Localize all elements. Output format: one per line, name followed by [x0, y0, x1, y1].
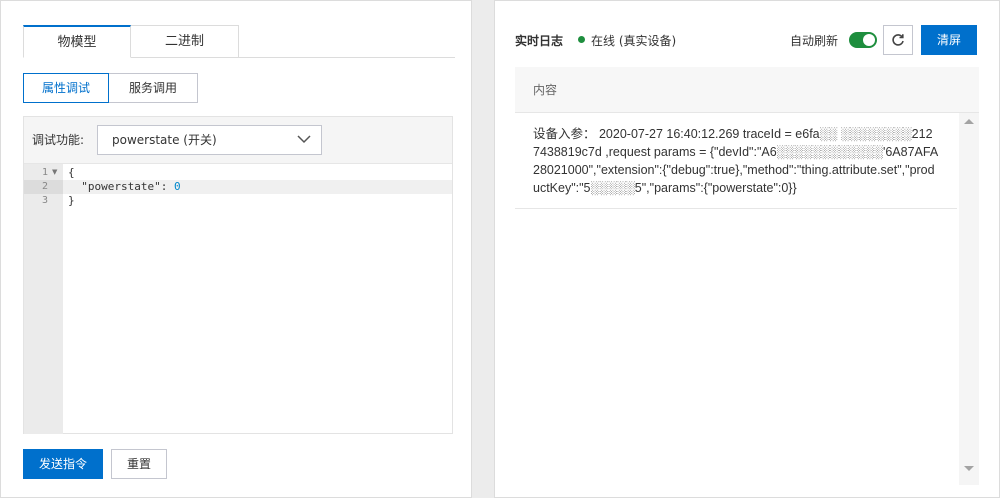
auto-refresh-label: 自动刷新	[790, 34, 839, 48]
line-number: 3	[42, 195, 49, 206]
tab-bar: 物模型 二进制	[23, 25, 455, 58]
log-table-header: 内容	[515, 67, 979, 113]
tab-binary[interactable]: 二进制	[131, 25, 239, 58]
reset-button[interactable]: 重置	[111, 449, 167, 479]
debug-box: 调试功能: powerstate (开关) 1 ▼ 2 3 { "powerst…	[23, 116, 453, 434]
online-status-dot	[578, 36, 585, 43]
code-line: {	[68, 166, 75, 179]
code-line: "powerstate": 0	[68, 180, 181, 194]
realtime-log-panel: 实时日志 在线 (真实设备) 自动刷新 清屏 内容 设备入参： 2020-07-…	[494, 0, 1000, 498]
subtab-service-call[interactable]: 服务调用	[109, 73, 198, 103]
device-status: 在线 (真实设备)	[591, 34, 677, 48]
clear-screen-button[interactable]: 清屏	[921, 25, 977, 55]
log-table: 内容 设备入参： 2020-07-27 16:40:12.269 traceId…	[515, 67, 979, 485]
code-line: }	[68, 194, 75, 207]
function-select[interactable]: powerstate (开关)	[97, 125, 322, 155]
line-number: 2	[24, 180, 63, 194]
toggle-knob	[863, 34, 875, 46]
subtab-property-debug[interactable]: 属性调试	[23, 73, 109, 103]
scrollbar[interactable]	[959, 113, 979, 485]
json-editor[interactable]: 1 ▼ 2 3 { "powerstate": 0 }	[24, 163, 452, 434]
tab-thing-model[interactable]: 物模型	[23, 25, 131, 58]
chevron-down-icon	[297, 135, 311, 144]
log-table-body: 设备入参： 2020-07-27 16:40:12.269 traceId = …	[515, 113, 979, 485]
refresh-button[interactable]	[883, 25, 913, 55]
log-entry-text: 设备入参： 2020-07-27 16:40:12.269 traceId = …	[533, 127, 939, 195]
code-value: 0	[173, 180, 181, 193]
send-command-button[interactable]: 发送指令	[23, 449, 103, 479]
code-key: "powerstate":	[68, 180, 174, 193]
auto-refresh-toggle[interactable]	[849, 32, 877, 48]
function-select-value: powerstate (开关)	[112, 133, 217, 147]
scroll-down-arrow-icon[interactable]	[964, 466, 974, 471]
refresh-icon	[892, 34, 904, 46]
property-debug-panel: 物模型 二进制 属性调试 服务调用 调试功能: powerstate (开关) …	[0, 0, 472, 498]
scroll-up-arrow-icon[interactable]	[964, 119, 974, 124]
fold-arrow-icon[interactable]: ▼	[52, 168, 57, 176]
log-title: 实时日志	[515, 34, 564, 48]
log-entry: 设备入参： 2020-07-27 16:40:12.269 traceId = …	[515, 113, 957, 209]
function-label: 调试功能:	[32, 133, 85, 147]
editor-gutter: 1 ▼ 2 3	[24, 164, 63, 434]
